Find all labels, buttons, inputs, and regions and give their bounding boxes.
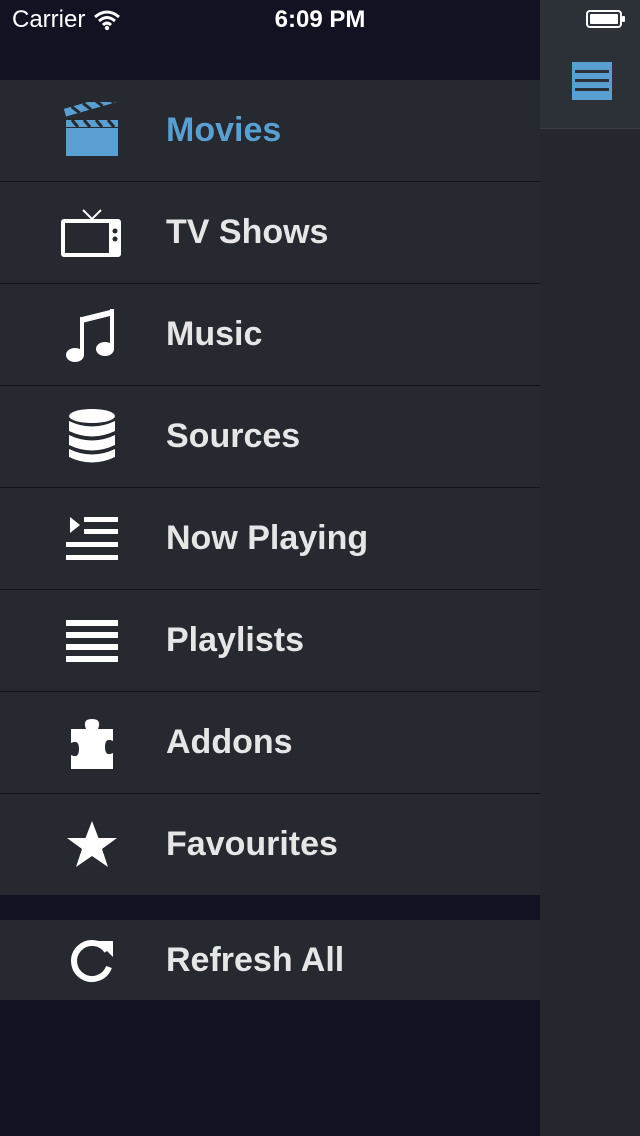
menu-label: Addons [166, 723, 293, 761]
refresh-all-button[interactable]: Refresh All [0, 920, 540, 1000]
menu-label: Favourites [166, 825, 338, 863]
menu-label: Movies [166, 111, 282, 149]
menu-item-sources[interactable]: Sources [0, 386, 540, 488]
refresh-icon [48, 920, 136, 1000]
now-playing-icon [48, 499, 136, 579]
menu-label: Refresh All [166, 940, 345, 979]
status-time: 6:09 PM [274, 6, 366, 33]
menu-label: TV Shows [166, 213, 329, 251]
menu-label: Music [166, 315, 263, 353]
status-bar: Carrier 6:09 PM [0, 0, 640, 40]
battery-icon [586, 10, 625, 28]
menu-item-playlists[interactable]: Playlists [0, 590, 540, 692]
menu-item-movies[interactable]: Movies [0, 80, 540, 182]
main-view[interactable] [540, 0, 640, 1136]
clapperboard-icon [48, 91, 136, 171]
tv-icon [48, 193, 136, 273]
music-note-icon [48, 295, 136, 375]
menu-label: Sources [166, 417, 301, 455]
menu-label: Now Playing [166, 519, 369, 557]
menu-item-addons[interactable]: Addons [0, 692, 540, 794]
menu-item-tv-shows[interactable]: TV Shows [0, 182, 540, 284]
menu-item-favourites[interactable]: Favourites [0, 794, 540, 895]
menu-item-music[interactable]: Music [0, 284, 540, 386]
puzzle-icon [48, 703, 136, 783]
hamburger-menu-icon[interactable] [572, 62, 612, 100]
database-icon [48, 397, 136, 477]
list-icon [48, 601, 136, 681]
side-menu: Movies TV Shows Music Sources Now Playin… [0, 80, 540, 895]
menu-item-now-playing[interactable]: Now Playing [0, 488, 540, 590]
star-icon [48, 805, 136, 885]
menu-label: Playlists [166, 621, 304, 659]
